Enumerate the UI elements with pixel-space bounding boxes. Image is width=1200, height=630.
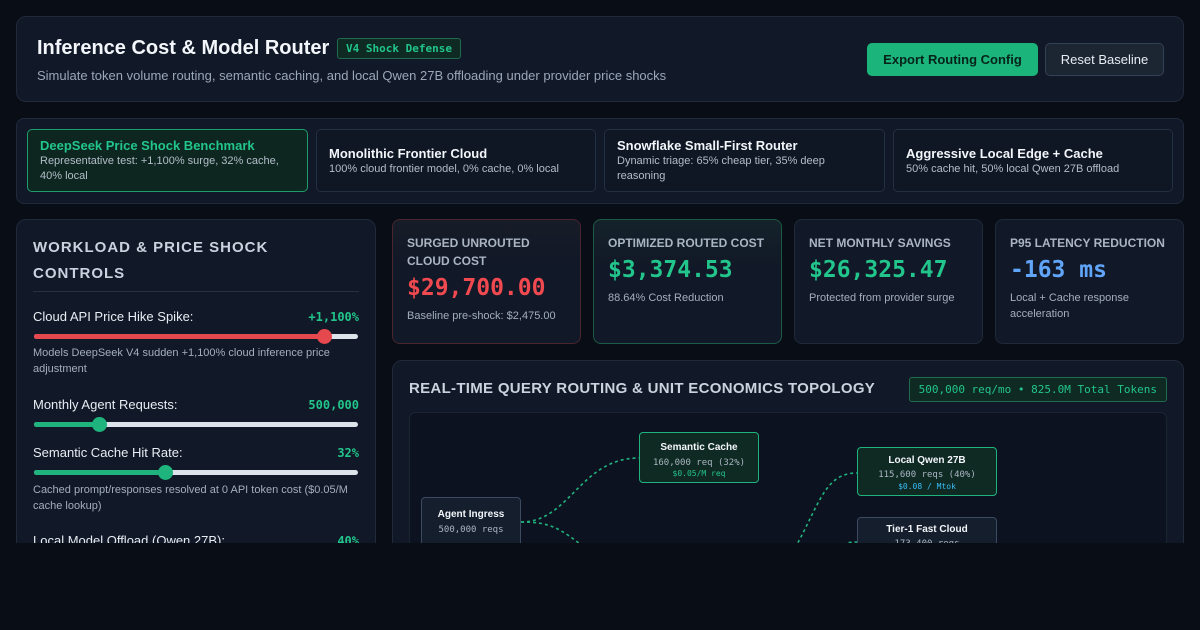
- requests-value: 500,000: [308, 398, 359, 412]
- cache-hit-slider[interactable]: [34, 465, 358, 480]
- reset-baseline-button[interactable]: Reset Baseline: [1045, 43, 1164, 76]
- slider-thumb[interactable]: [158, 465, 174, 480]
- scenario-title: Monolithic Frontier Cloud: [329, 146, 488, 161]
- slider-fill: [34, 470, 166, 475]
- scenario-title: Aggressive Local Edge + Cache: [906, 146, 1103, 161]
- topology-title: REAL-TIME QUERY ROUTING & UNIT ECONOMICS…: [409, 380, 876, 397]
- edge-ingress-cache: [520, 457, 640, 523]
- cache-hit-value: 32%: [337, 446, 359, 460]
- node-title: Local Qwen 27B: [888, 455, 966, 466]
- scenario-deepseek-price-shock[interactable]: DeepSeek Price Shock Benchmark Represent…: [27, 129, 308, 192]
- node-semantic-cache[interactable]: Semantic Cache 160,000 req (32%) $0.05/M…: [639, 432, 759, 483]
- kpi-label: P95 Latency Reduction: [1010, 236, 1165, 250]
- kpi-surged-cost: Surged Unrouted Cloud Cost $29,700.00 Ba…: [392, 219, 581, 344]
- scenario-monolithic-frontier[interactable]: Monolithic Frontier Cloud 100% cloud fro…: [316, 129, 596, 192]
- kpi-value: -163 ms: [1010, 257, 1107, 283]
- node-price: $0.05/M req: [672, 469, 726, 478]
- requests-slider[interactable]: [34, 417, 358, 432]
- page-title: Inference Cost & Model Router: [37, 37, 330, 59]
- kpi-value: $3,374.53: [608, 257, 733, 283]
- kpi-label: Surged Unrouted Cloud Cost: [407, 236, 530, 268]
- kpi-sub: Protected from provider surge: [809, 292, 955, 304]
- scenario-title: Snowflake Small-First Router: [617, 138, 798, 153]
- kpi-label: Net Monthly Savings: [809, 236, 951, 250]
- scenario-desc: Dynamic triage: 65% cheap tier, 35% deep…: [617, 155, 825, 182]
- node-volume: 160,000 req (32%): [652, 458, 746, 468]
- node-title: Tier-1 Fast Cloud: [886, 524, 968, 535]
- node-volume: 500,000 reqs: [438, 525, 504, 535]
- node-title: Semantic Cache: [660, 442, 738, 453]
- scenario-desc: 50% cache hit, 50% local Qwen 27B offloa…: [906, 163, 1120, 175]
- scenario-desc: Representative test: +1,100% surge, 32% …: [40, 155, 279, 182]
- kpi-sub: Baseline pre-shock: $2,475.00: [407, 310, 556, 322]
- kpi-label: Optimized Routed Cost: [608, 236, 764, 250]
- divider: [33, 291, 359, 292]
- slider-thumb[interactable]: [91, 417, 107, 432]
- page-subtitle: Simulate token volume routing, semantic …: [37, 68, 667, 83]
- export-routing-config-button[interactable]: Export Routing Config: [867, 43, 1038, 76]
- kpi-sub: Local + Cache response acceleration: [1010, 292, 1129, 320]
- version-badge: V4 Shock Defense: [337, 38, 461, 59]
- scenario-title: DeepSeek Price Shock Benchmark: [40, 138, 255, 153]
- kpi-sub: 88.64% Cost Reduction: [608, 292, 724, 304]
- edge-router-local: [794, 472, 858, 549]
- node-volume: 115,600 reqs (40%): [878, 470, 976, 480]
- topology-volume-badge: 500,000 req/mo • 825.0M Total Tokens: [908, 377, 1167, 402]
- scenario-desc: 100% cloud frontier model, 0% cache, 0% …: [329, 163, 559, 175]
- node-local-qwen[interactable]: Local Qwen 27B 115,600 reqs (40%) $0.08 …: [857, 447, 997, 496]
- price-hike-label: Cloud API Price Hike Spike:: [33, 309, 194, 324]
- kpi-value: $29,700.00: [407, 275, 546, 301]
- kpi-optimized-cost: Optimized Routed Cost $3,374.53 88.64% C…: [593, 219, 782, 344]
- scenario-local-edge-cache[interactable]: Aggressive Local Edge + Cache 50% cache …: [893, 129, 1173, 192]
- slider-thumb[interactable]: [316, 329, 332, 344]
- header-panel: Inference Cost & Model Router V4 Shock D…: [16, 16, 1184, 102]
- kpi-latency-reduction: P95 Latency Reduction -163 ms Local + Ca…: [995, 219, 1184, 344]
- slider-fill: [34, 334, 324, 339]
- price-hike-slider[interactable]: [34, 329, 358, 344]
- node-title: Agent Ingress: [437, 509, 505, 520]
- price-hike-value: +1,100%: [308, 310, 359, 324]
- kpi-net-savings: Net Monthly Savings $26,325.47 Protected…: [794, 219, 983, 344]
- slider-fill: [34, 422, 99, 427]
- viewport-cutoff: [0, 543, 1200, 630]
- kpi-value: $26,325.47: [809, 257, 948, 283]
- cache-hit-note: Cached prompt/responses resolved at 0 AP…: [33, 484, 348, 512]
- price-hike-note: Models DeepSeek V4 sudden +1,100% cloud …: [33, 347, 330, 375]
- controls-title: WORKLOAD & PRICE SHOCK CONTROLS: [33, 239, 269, 282]
- cache-hit-label: Semantic Cache Hit Rate:: [33, 445, 183, 460]
- requests-label: Monthly Agent Requests:: [33, 397, 178, 412]
- scenario-bar: DeepSeek Price Shock Benchmark Represent…: [16, 118, 1184, 204]
- scenario-snowflake-router[interactable]: Snowflake Small-First Router Dynamic tri…: [604, 129, 885, 192]
- node-price: $0.08 / Mtok: [898, 482, 956, 491]
